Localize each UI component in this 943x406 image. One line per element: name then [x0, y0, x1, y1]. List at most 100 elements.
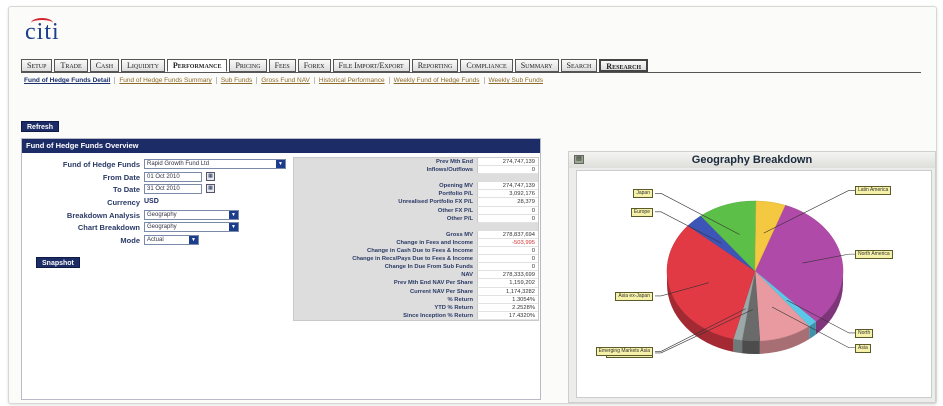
tab-setup[interactable]: Setup — [21, 59, 53, 72]
table-row: Opening MV 274,747,139 — [294, 182, 538, 191]
table-row: Prev Mth End NAV Per Share 1,159,202 — [294, 279, 538, 288]
tab-search[interactable]: Search — [560, 59, 598, 72]
sub-navigation: Fund of Hedge Funds Detail Fund of Hedge … — [24, 77, 547, 84]
tab-compliance[interactable]: Compliance — [460, 59, 513, 72]
table-row: Change In Due From Sub Funds 0 — [294, 263, 538, 272]
row-value: 1,174,3282 — [477, 287, 538, 296]
table-row — [294, 222, 538, 231]
breakdown-select[interactable]: Geography ▼ — [144, 209, 239, 220]
overview-title: Fund of Hedge Funds Overview — [22, 139, 540, 153]
subnav-link[interactable]: Historical Performance — [313, 77, 389, 84]
tab-research[interactable]: Research — [599, 59, 649, 72]
to-date-input[interactable]: 31 Oct 2010 — [144, 184, 202, 195]
chart-header: ▤ Geography Breakdown — [569, 152, 935, 168]
row-value: 278,333,699 — [477, 271, 538, 280]
table-row: Since Inception % Return 17.4320% — [294, 311, 538, 320]
currency-value: USD — [144, 198, 159, 206]
subnav-link[interactable]: Fund of Hedge Funds Detail — [24, 77, 114, 84]
subnav-link[interactable]: Fund of Hedge Funds Summary — [114, 77, 216, 84]
row-value: 0 — [477, 247, 538, 256]
fund-select[interactable]: Rapid Growth Fund Ltd ▼ — [144, 159, 286, 169]
chart-breakdown-label: Chart Breakdown — [77, 223, 140, 233]
row-label: Portfolio P/L — [438, 191, 473, 198]
table-row: Current NAV Per Share 1,174,3282 — [294, 287, 538, 296]
chevron-down-icon: ▼ — [229, 210, 238, 219]
calendar-icon[interactable]: ▦ — [206, 184, 215, 194]
row-label — [294, 174, 477, 183]
snapshot-button[interactable]: Snapshot — [36, 257, 80, 268]
mode-select[interactable]: Actual ▼ — [144, 235, 199, 246]
row-value: 278,837,694 — [477, 230, 538, 239]
slice-label: Asia — [855, 343, 871, 353]
table-row: Change in Fees and Income -503,995 — [294, 238, 538, 248]
row-value: 274,747,139 — [477, 182, 538, 191]
from-date-input[interactable]: 01 Oct 2010 — [144, 171, 202, 182]
tab-fees[interactable]: Fees — [268, 59, 296, 72]
tab-reporting[interactable]: Reporting — [411, 59, 459, 72]
pie-slice-side — [733, 338, 743, 354]
row-value: 0 — [477, 206, 538, 215]
valuation-table: Prev Mth End 274,747,139 Inflows/Outflows 0… — [293, 157, 539, 321]
slice-label: North America — [855, 250, 893, 260]
tab-forex[interactable]: Forex — [297, 59, 331, 72]
overview-form: Fund of Hedge Funds Rapid Growth Fund Lt… — [26, 159, 288, 248]
row-label: Change in Cash Due to Fees & Income — [367, 248, 473, 255]
table-row: Inflows/Outflows 0 — [294, 166, 538, 175]
row-label: Prev Mth End NAV Per Share — [393, 280, 473, 287]
row-value: 0 — [477, 166, 538, 175]
tab-summary[interactable]: Summary — [514, 59, 559, 72]
row-label: Other FX P/L — [437, 207, 473, 214]
tab-trade[interactable]: Trade — [54, 59, 88, 72]
calendar-icon[interactable]: ▦ — [206, 171, 215, 181]
subnav-link[interactable]: Weekly Sub Funds — [483, 77, 547, 84]
tab-cash[interactable]: Cash — [89, 59, 120, 72]
chevron-down-icon: ▼ — [189, 236, 198, 245]
overview-panel: Fund of Hedge Funds Overview Fund of Hed… — [21, 138, 541, 400]
refresh-button[interactable]: Refresh — [21, 121, 60, 132]
app-frame: citi Setup Trade Cash Liquidity Performance P… — [8, 6, 937, 404]
row-label: Change in Fees and Income — [396, 239, 473, 246]
chevron-down-icon: ▼ — [276, 160, 285, 168]
subnav-link[interactable]: Sub Funds — [215, 77, 256, 84]
row-label — [294, 222, 477, 231]
slice-label: Japan — [633, 189, 653, 199]
slice-label: Europe — [630, 207, 653, 217]
row-value: 0 — [477, 263, 538, 272]
slice-label: North — [855, 328, 874, 338]
table-row — [294, 174, 538, 183]
row-label: Change in Recs/Pays Due to Fees & Income — [352, 256, 473, 263]
from-date-label: From Date — [102, 172, 140, 182]
row-value: -503,995 — [477, 238, 538, 248]
table-row: Prev Mth End 274,747,139 — [294, 158, 538, 167]
subnav-link[interactable]: Weekly Fund of Hedge Funds — [388, 77, 484, 84]
row-label: NAV — [461, 272, 473, 279]
row-value: 28,379 — [477, 198, 538, 207]
row-label: Gross MV — [445, 231, 473, 238]
tab-bar: Setup Trade Cash Liquidity Performance Pricin… — [21, 59, 649, 72]
table-row: Other P/L 0 — [294, 214, 538, 223]
table-row: YTD % Return 2.2528% — [294, 303, 538, 312]
tab-pricing[interactable]: Pricing — [229, 59, 267, 72]
chart-breakdown-select[interactable]: Geography ▼ — [144, 222, 239, 233]
tab-liquidity[interactable]: Liquidity — [121, 59, 165, 72]
row-value — [477, 174, 538, 183]
pie-slice-side — [742, 340, 760, 354]
row-value: 17.4320% — [477, 311, 538, 320]
row-label: Opening MV — [439, 183, 473, 190]
row-label: Change In Due From Sub Funds — [384, 264, 473, 271]
row-label: Other P/L — [446, 215, 473, 222]
tab-divider — [21, 72, 921, 73]
table-row: Change in Cash Due to Fees & Income 0 — [294, 247, 538, 256]
slice-label: Latin America — [855, 186, 892, 196]
table-row: Other FX P/L 0 — [294, 206, 538, 215]
table-row: Unrealised Portfolio FX P/L 28,379 — [294, 198, 538, 207]
table-row: NAV 278,333,699 — [294, 271, 538, 280]
chart-area: North AmericaNorthAsiaEmerging MarketsEm… — [576, 170, 932, 398]
row-value: 1,159,202 — [477, 279, 538, 288]
row-value: 274,747,139 — [477, 158, 538, 167]
tab-performance[interactable]: Performance — [166, 59, 228, 72]
subnav-link[interactable]: Gross Fund NAV — [256, 77, 314, 84]
tab-file-import-export[interactable]: File Import/Export — [332, 59, 410, 72]
table-row: Gross MV 278,837,694 — [294, 230, 538, 239]
row-value: 1.3054% — [477, 295, 538, 304]
